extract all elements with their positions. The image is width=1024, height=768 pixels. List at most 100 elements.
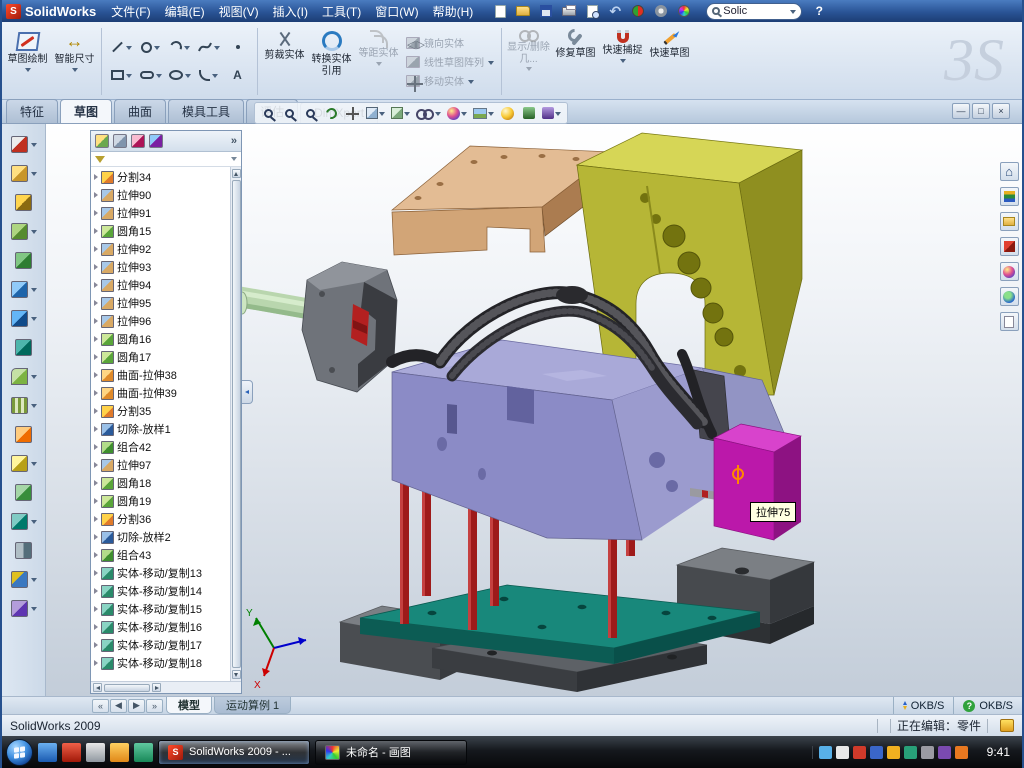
- taskbar-button-solidworks[interactable]: S SolidWorks 2009 - ...: [158, 740, 310, 765]
- start-button[interactable]: [6, 739, 33, 766]
- expand-arrow-icon[interactable]: [94, 588, 98, 594]
- line-tool[interactable]: [108, 35, 135, 60]
- menu-insert[interactable]: 插入(I): [266, 0, 315, 23]
- custom-properties-icon[interactable]: [1000, 312, 1019, 331]
- save-icon[interactable]: [536, 2, 556, 20]
- first-tab-button[interactable]: «: [92, 699, 109, 713]
- tree-item[interactable]: 拉伸95: [91, 294, 230, 312]
- expand-arrow-icon[interactable]: [94, 174, 98, 180]
- view-orientation-icon[interactable]: [364, 104, 387, 123]
- dropdown-arrow-icon[interactable]: [31, 462, 37, 466]
- open-icon[interactable]: [513, 2, 533, 20]
- perspective-icon[interactable]: [540, 104, 563, 123]
- expand-arrow-icon[interactable]: [94, 264, 98, 270]
- tray-icon[interactable]: [887, 746, 900, 759]
- left-tool-wrap[interactable]: [5, 509, 43, 534]
- tab-mold-tools[interactable]: 模具工具: [168, 99, 244, 123]
- resources-home-icon[interactable]: [1000, 162, 1019, 181]
- previous-tab-button[interactable]: ◀: [110, 699, 127, 713]
- text-tool[interactable]: [224, 63, 251, 88]
- quick-launch-icon[interactable]: [38, 743, 57, 762]
- dropdown-arrow-icon[interactable]: [31, 230, 37, 234]
- menu-file[interactable]: 文件(F): [104, 0, 157, 23]
- tab-model[interactable]: 模型: [166, 697, 212, 714]
- design-library-icon[interactable]: [1000, 187, 1019, 206]
- tree-item[interactable]: 实体-移动/复制18: [91, 654, 230, 672]
- rapid-sketch-button[interactable]: 快速草图: [646, 24, 693, 99]
- tree-item[interactable]: 分割35: [91, 402, 230, 420]
- tree-item[interactable]: 拉伸97: [91, 456, 230, 474]
- repair-sketch-button[interactable]: 修复草图: [552, 24, 599, 99]
- new-document-icon[interactable]: [490, 2, 510, 20]
- display-style-icon[interactable]: [389, 104, 412, 123]
- apply-scene-icon[interactable]: [471, 104, 496, 123]
- expand-arrow-icon[interactable]: [94, 624, 98, 630]
- expand-arrow-icon[interactable]: [94, 606, 98, 612]
- undo-icon[interactable]: [605, 2, 625, 20]
- quick-snaps-button[interactable]: 快速捕捉: [599, 24, 646, 99]
- rotate-view-icon[interactable]: [322, 104, 341, 123]
- filter-dropdown-icon[interactable]: [231, 157, 237, 161]
- sketch-button[interactable]: 草图绘制: [4, 24, 51, 99]
- scrollbar-thumb[interactable]: [104, 684, 150, 692]
- close-icon[interactable]: ×: [992, 103, 1010, 119]
- dropdown-arrow-icon[interactable]: [31, 143, 37, 147]
- tree-item[interactable]: 分割34: [91, 168, 230, 186]
- tree-item[interactable]: 切除-放样2: [91, 528, 230, 546]
- file-explorer-icon[interactable]: [1000, 212, 1019, 231]
- ellipse-tool[interactable]: [166, 63, 193, 88]
- expand-arrow-icon[interactable]: [94, 192, 98, 198]
- print-icon[interactable]: [559, 2, 579, 20]
- property-manager-icon[interactable]: [113, 134, 127, 148]
- expand-arrow-icon[interactable]: [94, 516, 98, 522]
- left-tool-revolve-boss[interactable]: [5, 190, 43, 215]
- tree-item[interactable]: 曲面-拉伸39: [91, 384, 230, 402]
- tree-item[interactable]: 圆角15: [91, 222, 230, 240]
- tab-sketch[interactable]: 草图: [60, 99, 112, 123]
- expand-arrow-icon[interactable]: [94, 426, 98, 432]
- left-tool-mirror[interactable]: [5, 538, 43, 563]
- quick-launch-icon[interactable]: [134, 743, 153, 762]
- zoom-previous-icon[interactable]: [301, 104, 320, 123]
- expand-arrow-icon[interactable]: [94, 480, 98, 486]
- quick-tips-icon[interactable]: [1000, 719, 1014, 732]
- arc-tool[interactable]: [166, 35, 193, 60]
- appearances-icon[interactable]: [1000, 262, 1019, 281]
- left-tool-reference-geometry[interactable]: [5, 567, 43, 592]
- taskbar-button-paint[interactable]: 未命名 - 画图: [315, 740, 467, 765]
- tree-item[interactable]: 曲面-拉伸38: [91, 366, 230, 384]
- dropdown-arrow-icon[interactable]: [31, 607, 37, 611]
- expand-arrow-icon[interactable]: [94, 228, 98, 234]
- realview-icon[interactable]: [498, 104, 517, 123]
- expand-arrow-icon[interactable]: [94, 246, 98, 252]
- dimxpert-manager-icon[interactable]: [149, 134, 163, 148]
- configuration-manager-icon[interactable]: [131, 134, 145, 148]
- trim-entities-button[interactable]: 剪裁实体: [261, 24, 308, 99]
- search-input[interactable]: [723, 5, 787, 17]
- tree-item[interactable]: 分割36: [91, 510, 230, 528]
- edit-appearance-icon[interactable]: [445, 104, 469, 123]
- hide-show-items-icon[interactable]: [414, 104, 443, 123]
- tree-item[interactable]: 实体-移动/复制13: [91, 564, 230, 582]
- tree-item[interactable]: 实体-移动/复制15: [91, 600, 230, 618]
- quick-launch-icon[interactable]: [62, 743, 81, 762]
- more-tabs-icon[interactable]: »: [231, 135, 237, 147]
- shadows-icon[interactable]: [519, 104, 538, 123]
- tray-icon[interactable]: [904, 746, 917, 759]
- expand-arrow-icon[interactable]: [94, 462, 98, 468]
- tab-surfaces[interactable]: 曲面: [114, 99, 166, 123]
- search-box[interactable]: [706, 3, 802, 20]
- expand-arrow-icon[interactable]: [94, 552, 98, 558]
- tray-icon[interactable]: [853, 746, 866, 759]
- taskbar-clock[interactable]: 9:41: [979, 745, 1018, 759]
- expand-arrow-icon[interactable]: [94, 282, 98, 288]
- tray-icon[interactable]: [836, 746, 849, 759]
- expand-arrow-icon[interactable]: [94, 372, 98, 378]
- slot-tool[interactable]: [137, 63, 164, 88]
- expand-arrow-icon[interactable]: [94, 660, 98, 666]
- quick-launch-icon[interactable]: [86, 743, 105, 762]
- tree-item[interactable]: 实体-移动/复制14: [91, 582, 230, 600]
- rectangle-tool[interactable]: [108, 63, 135, 88]
- left-tool-shell[interactable]: [5, 451, 43, 476]
- tree-item[interactable]: 圆角19: [91, 492, 230, 510]
